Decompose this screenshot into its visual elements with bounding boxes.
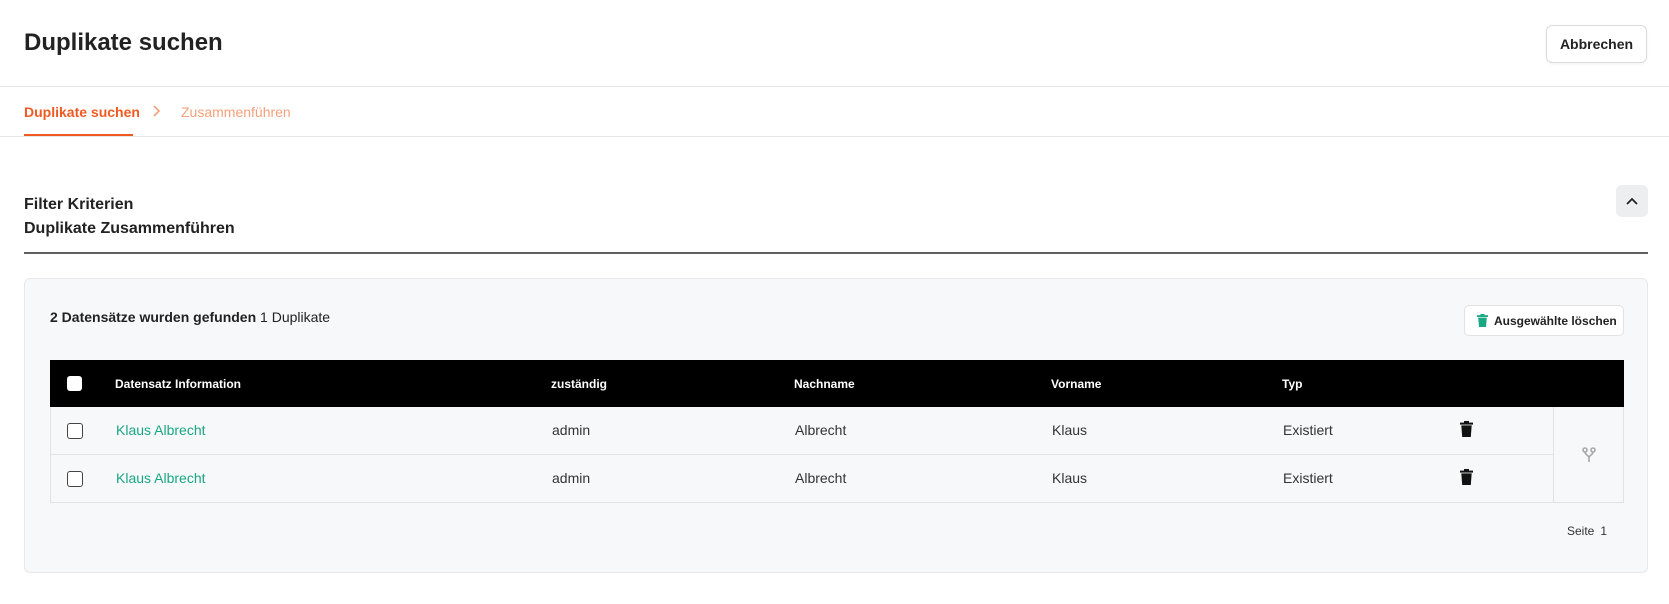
firstname-cell: Klaus xyxy=(1052,470,1088,486)
page-title: Duplikate suchen xyxy=(24,29,223,56)
trash-icon xyxy=(1477,314,1488,327)
column-header-firstname[interactable]: Vorname xyxy=(1051,377,1101,391)
assignee-cell: admin xyxy=(552,470,591,486)
collapse-button[interactable] xyxy=(1616,185,1648,217)
record-link[interactable]: Klaus Albrecht xyxy=(116,470,206,486)
type-cell: Existiert xyxy=(1283,422,1333,438)
duplicates-count: 1 Duplikate xyxy=(260,309,331,325)
page-label: Seite xyxy=(1567,524,1595,538)
delete-selected-label: Ausgewählte löschen xyxy=(1494,313,1617,328)
type-cell: Existiert xyxy=(1283,470,1333,486)
table-body: Klaus Albrecht admin Albrecht Klaus Exis… xyxy=(50,407,1624,503)
column-header-lastname[interactable]: Nachname xyxy=(794,377,855,391)
lastname-cell: Albrecht xyxy=(795,470,847,486)
chevron-right-icon xyxy=(153,105,161,117)
current-page[interactable]: 1 xyxy=(1600,524,1607,538)
column-header-assignee[interactable]: zuständig xyxy=(551,377,607,391)
firstname-cell: Klaus xyxy=(1052,422,1088,438)
records-found-count: 2 Datensätze wurden gefunden xyxy=(50,309,257,325)
merge-icon xyxy=(1581,446,1596,462)
chevron-up-icon xyxy=(1626,197,1638,205)
cancel-button[interactable]: Abbrechen xyxy=(1546,25,1647,63)
step-navigation: Duplikate suchen Zusammenführen xyxy=(0,87,1669,137)
merge-duplicates-title: Duplikate Zusammenführen xyxy=(24,220,235,237)
delete-selected-button[interactable]: Ausgewählte löschen xyxy=(1464,305,1624,336)
active-step-indicator xyxy=(24,134,133,136)
record-link[interactable]: Klaus Albrecht xyxy=(116,422,206,438)
page-header: Duplikate suchen Abbrechen xyxy=(0,0,1669,87)
assignee-cell: admin xyxy=(552,422,591,438)
table-row: Klaus Albrecht admin Albrecht Klaus Exis… xyxy=(50,455,1553,503)
step-merge[interactable]: Zusammenführen xyxy=(181,104,291,120)
row-checkbox[interactable] xyxy=(67,471,83,487)
pagination: Seite 1 xyxy=(1567,524,1607,538)
column-header-info[interactable]: Datensatz Information xyxy=(115,377,241,391)
merge-button[interactable] xyxy=(1553,407,1624,503)
lastname-cell: Albrecht xyxy=(795,422,847,438)
column-header-type[interactable]: Typ xyxy=(1282,377,1302,391)
trash-icon[interactable] xyxy=(1460,469,1473,485)
row-checkbox[interactable] xyxy=(67,423,83,439)
trash-icon[interactable] xyxy=(1460,421,1473,437)
duplicates-table: Datensatz Information zuständig Nachname… xyxy=(50,360,1624,503)
table-row: Klaus Albrecht admin Albrecht Klaus Exis… xyxy=(50,407,1553,455)
step-duplicates-search[interactable]: Duplikate suchen xyxy=(24,104,140,120)
section-divider xyxy=(24,252,1648,254)
results-panel: 2 Datensätze wurden gefunden 1 Duplikate… xyxy=(24,278,1648,573)
results-summary: 2 Datensätze wurden gefunden 1 Duplikate xyxy=(50,309,330,325)
select-all-checkbox[interactable] xyxy=(67,376,82,391)
table-header: Datensatz Information zuständig Nachname… xyxy=(50,360,1624,407)
filter-criteria-title: Filter Kriterien xyxy=(24,196,134,213)
